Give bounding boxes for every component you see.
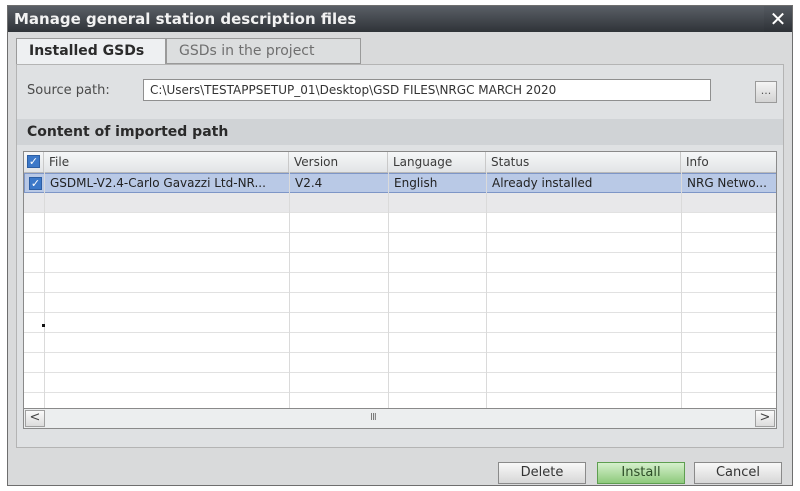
empty-row [24,213,776,233]
tab-gsds-in-project[interactable]: GSDs in the project [166,38,361,64]
content-section-title: Content of imported path [17,119,783,145]
browse-button[interactable]: ... [755,81,777,103]
header-select-all-cell: ✓ [24,152,44,172]
column-header-file[interactable]: File [44,152,289,172]
empty-row [24,353,776,373]
empty-row [24,293,776,313]
gsd-file-table: ✓ File Version Language Status Info ✓ GS… [23,151,777,409]
installed-gsds-panel: Source path: C:\Users\TESTAPPSETUP_01\De… [16,64,784,448]
column-header-status[interactable]: Status [486,152,681,172]
grid-line [681,172,682,408]
scroll-left-icon[interactable]: < [25,410,45,427]
empty-row [24,253,776,273]
source-path-label: Source path: [27,83,110,98]
cell-info: NRG Netwo... [687,176,767,190]
dialog-title: Manage general station description files [8,6,792,32]
grid-line [388,172,389,408]
empty-row [24,313,776,333]
manage-gsd-dialog: Manage general station description files… [7,5,793,486]
table-header: ✓ File Version Language Status Info [24,152,776,173]
table-row[interactable]: ✓ GSDML-V2.4-Carlo Gavazzi Ltd-NR... V2.… [24,173,776,193]
horizontal-scrollbar[interactable]: < III > [23,409,777,429]
scroll-thumb-grip[interactable]: III [370,412,377,423]
install-button[interactable]: Install [597,462,685,484]
grid-line [289,172,290,408]
close-icon[interactable]: ✕ [764,6,792,32]
delete-button[interactable]: Delete [498,462,586,484]
grid-line [486,172,487,408]
empty-row [24,233,776,253]
cell-status: Already installed [492,176,593,190]
column-header-version[interactable]: Version [289,152,388,172]
column-header-info[interactable]: Info [681,152,776,172]
empty-row [24,373,776,393]
grid-line [44,172,45,408]
cell-file: GSDML-V2.4-Carlo Gavazzi Ltd-NR... [50,176,266,190]
cell-language: English [394,176,438,190]
select-all-checkbox[interactable]: ✓ [27,155,40,168]
artifact-dot [42,324,45,327]
scroll-right-icon[interactable]: > [755,410,775,427]
column-header-language[interactable]: Language [388,152,486,172]
cancel-button[interactable]: Cancel [694,462,782,484]
source-path-field[interactable]: C:\Users\TESTAPPSETUP_01\Desktop\GSD FIL… [143,79,711,101]
empty-row [24,193,776,213]
empty-row [24,273,776,293]
row-checkbox[interactable]: ✓ [29,177,42,190]
tab-installed-gsds[interactable]: Installed GSDs [16,38,166,64]
empty-row [24,333,776,353]
cell-version: V2.4 [295,176,323,190]
